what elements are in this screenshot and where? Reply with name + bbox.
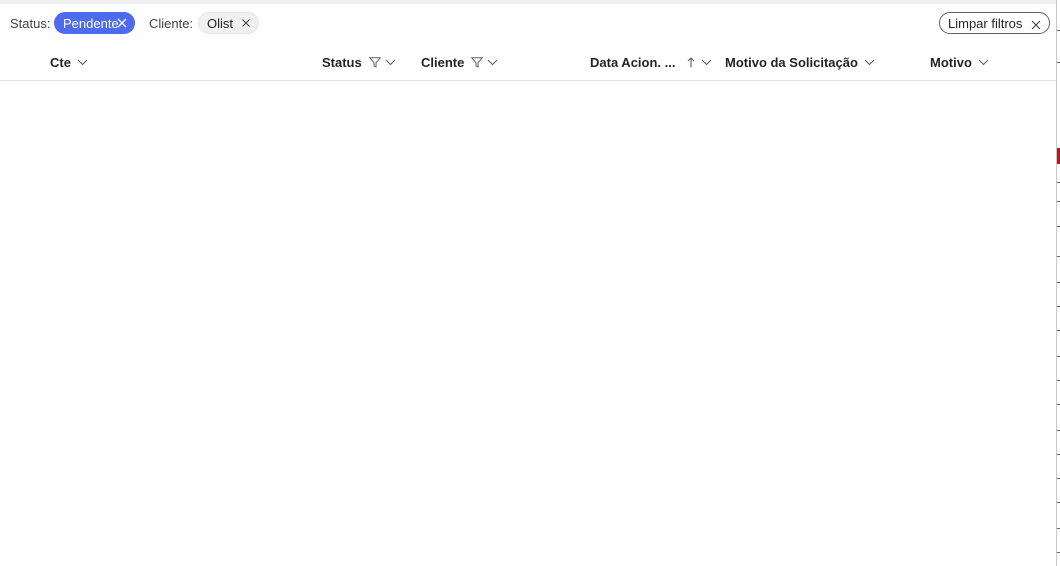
column-header-cte[interactable]: Cte: [50, 44, 88, 80]
chevron-down-icon: [77, 59, 88, 66]
arrow-up-icon: [687, 56, 695, 68]
close-icon: [1031, 18, 1041, 30]
grid-body-empty: [0, 81, 1056, 566]
close-icon[interactable]: [116, 17, 128, 29]
chevron-down-icon: [864, 59, 875, 66]
column-label: Data Acion. ...: [590, 54, 676, 70]
column-label: Motivo: [930, 54, 972, 70]
clear-filters-button[interactable]: Limpar filtros: [939, 12, 1050, 34]
column-header-data-acionamento[interactable]: Data Acion. ...: [590, 44, 712, 80]
status-filter-chip[interactable]: Pendente: [54, 12, 135, 34]
clear-filters-label: Limpar filtros: [948, 15, 1023, 31]
column-label: Cliente: [421, 54, 465, 70]
adjacent-window-edge: [1056, 0, 1060, 566]
chevron-down-icon: [487, 59, 498, 66]
column-header-cliente[interactable]: Cliente: [421, 44, 498, 80]
chevron-down-icon: [978, 59, 989, 66]
column-header-row: Cte Status Cliente Data Acion. ... Motiv…: [0, 44, 1056, 81]
column-header-motivo[interactable]: Motivo: [930, 44, 989, 80]
cliente-filter-label: Cliente:: [149, 16, 194, 31]
close-icon[interactable]: [240, 17, 252, 29]
column-label: Motivo da Solicitação: [725, 54, 858, 70]
chevron-down-icon: [385, 59, 396, 66]
status-filter-value: Pendente: [63, 15, 119, 31]
top-border: [0, 0, 1056, 4]
filter-icon: [368, 56, 381, 68]
cliente-filter-value: Olist: [207, 15, 233, 31]
grid-view-window: Status: Pendente Cliente: Olist Limpar f…: [0, 0, 1060, 566]
filter-bar: Status: Pendente Cliente: Olist Limpar f…: [0, 10, 1056, 36]
column-header-motivo-solicitacao[interactable]: Motivo da Solicitação: [725, 44, 875, 80]
column-label: Status: [322, 54, 362, 70]
column-header-status[interactable]: Status: [322, 44, 396, 80]
column-label: Cte: [50, 54, 71, 70]
filter-icon: [471, 56, 484, 68]
chevron-down-icon: [701, 59, 712, 66]
cliente-filter-chip[interactable]: Olist: [198, 12, 259, 34]
status-filter-label: Status:: [10, 16, 51, 31]
